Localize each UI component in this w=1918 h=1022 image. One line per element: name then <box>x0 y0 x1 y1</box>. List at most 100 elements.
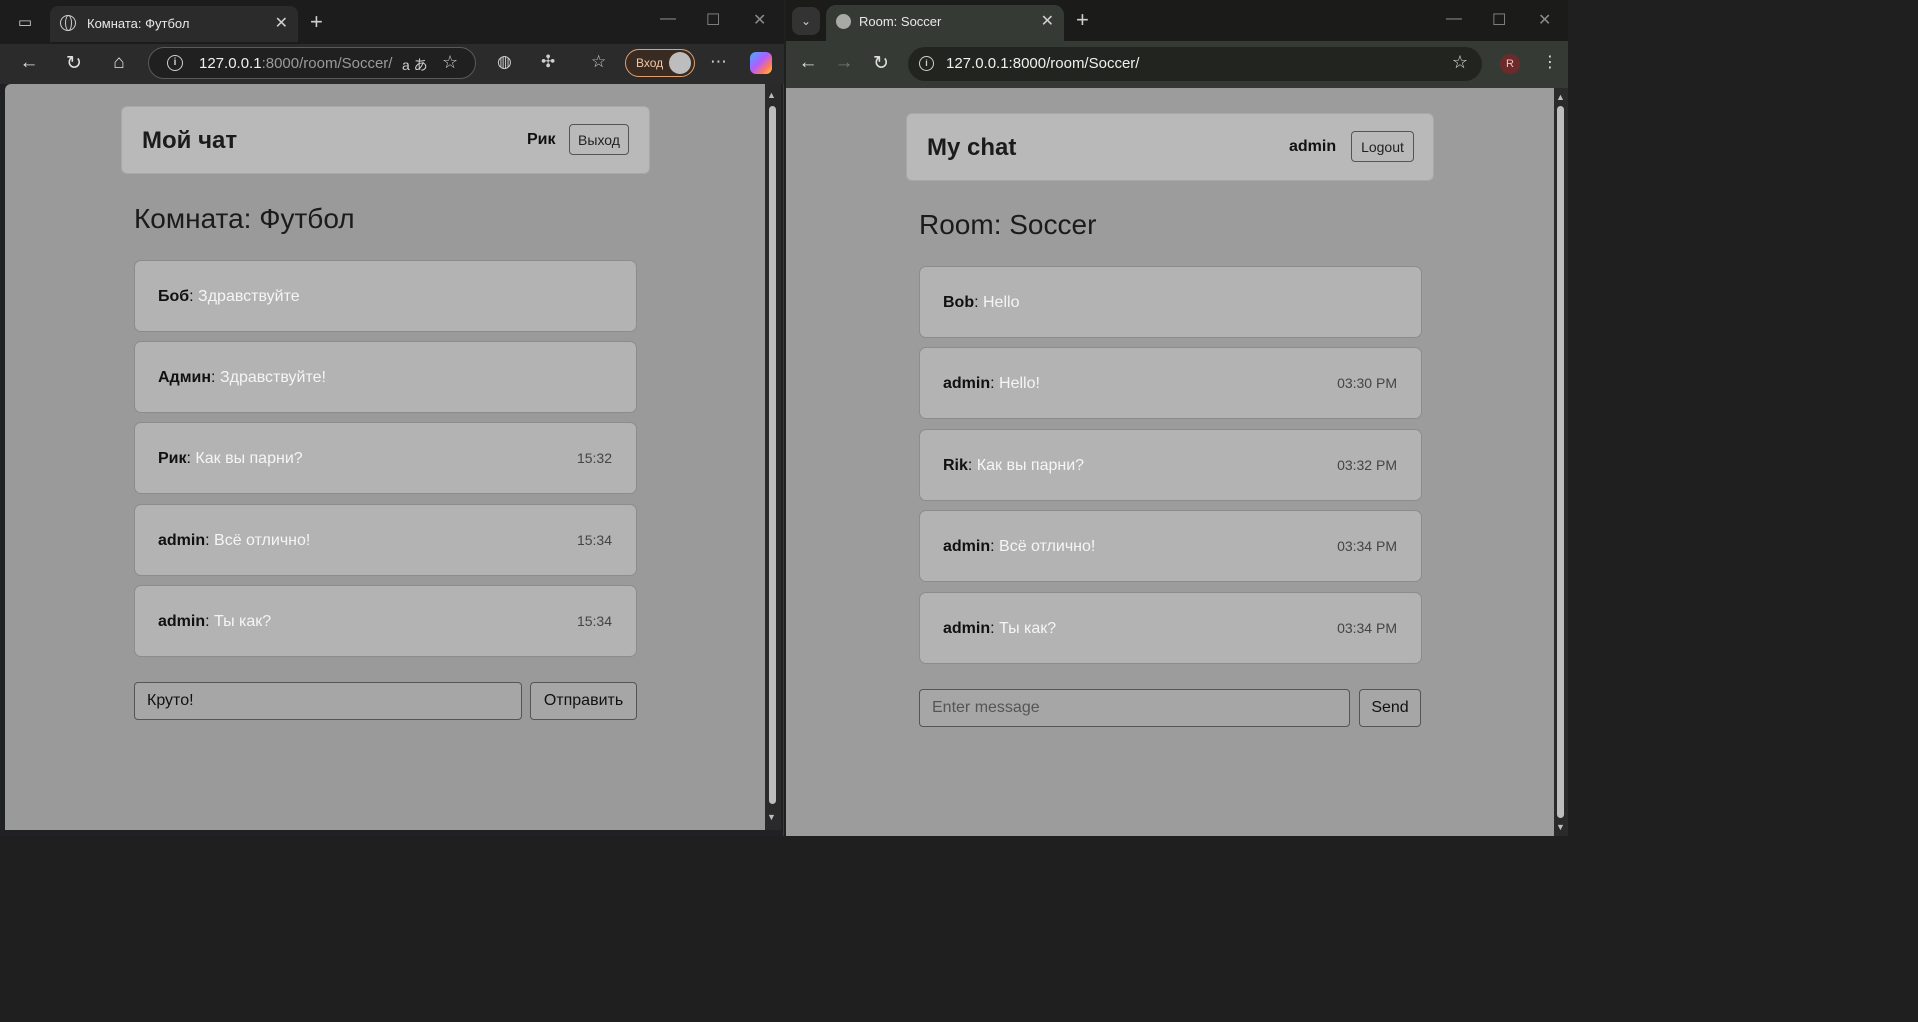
right-scrollbar[interactable]: ▲ ▼ <box>1554 88 1568 836</box>
navbar: Мой чат Рик Выход <box>121 106 650 174</box>
login-label: Вход <box>636 56 664 70</box>
forward-icon[interactable]: → <box>832 52 856 74</box>
desktop-screen: ▭ Комната: Футбол ✕ + — ☐ ✕ ← ↻ ⌂ i 127.… <box>0 0 1568 836</box>
right-page-viewport: My chat admin Logout Room: Soccer Bob: H… <box>786 88 1554 836</box>
extensions-icon[interactable]: ✣ <box>541 52 555 72</box>
left-tab-bar: ▭ Комната: Футбол ✕ + — ☐ ✕ <box>0 0 784 44</box>
left-toolbar: ← ↻ ⌂ i 127.0.0.1:8000/room/Soccer/ a あ … <box>0 44 784 84</box>
reload-icon[interactable]: ↻ <box>62 52 86 75</box>
message-card: Админ: Здравствуйте! <box>134 341 637 413</box>
address-bar[interactable]: i 127.0.0.1:8000/room/Soccer/ ☆ <box>908 47 1482 81</box>
brand-title: Мой чат <box>142 127 238 154</box>
scrollbar-thumb[interactable] <box>769 106 776 804</box>
site-info-icon[interactable]: i <box>919 56 934 71</box>
translate-icon[interactable]: a あ <box>402 55 428 75</box>
send-button[interactable]: Отправить <box>530 682 637 720</box>
message-text: admin: Всё отлично! <box>943 538 1096 555</box>
message-input[interactable] <box>134 682 522 720</box>
back-icon[interactable]: ← <box>17 52 41 74</box>
message-card: admin: Hello! 03:30 PM <box>919 347 1422 419</box>
logout-button[interactable]: Выход <box>569 124 629 155</box>
message-text: Админ: Здравствуйте! <box>158 369 326 386</box>
menu-icon[interactable]: ⋮ <box>1542 52 1558 72</box>
message-input[interactable] <box>919 689 1350 727</box>
scroll-down-icon[interactable]: ▼ <box>767 812 776 822</box>
message-timestamp: 03:32 PM <box>1337 457 1397 473</box>
current-username: admin <box>1289 138 1337 155</box>
tab-search-icon[interactable]: ⌄ <box>792 7 820 35</box>
left-page-viewport: Мой чат Рик Выход Комната: Футбол Боб: З… <box>5 84 765 830</box>
message-timestamp: 03:34 PM <box>1337 538 1397 554</box>
profile-avatar <box>669 52 691 74</box>
room-title: Комната: Футбол <box>134 203 355 234</box>
url-text: 127.0.0.1:8000/room/Soccer/ <box>946 55 1140 72</box>
tab-title: Комната: Футбол <box>87 16 190 31</box>
right-toolbar: ← → ↻ i 127.0.0.1:8000/room/Soccer/ ☆ R … <box>786 41 1568 88</box>
close-window-icon[interactable]: ✕ <box>753 10 766 30</box>
copilot-icon[interactable] <box>750 52 772 74</box>
message-text: admin: Hello! <box>943 375 1040 392</box>
minimize-icon[interactable]: — <box>660 10 676 28</box>
right-tab-bar: ⌄ Room: Soccer ✕ + — ☐ ✕ <box>786 0 1568 41</box>
scroll-up-icon[interactable]: ▲ <box>1556 92 1565 102</box>
maximize-icon[interactable]: ☐ <box>706 10 720 30</box>
home-icon[interactable]: ⌂ <box>107 52 131 74</box>
minimize-icon[interactable]: — <box>1446 10 1462 28</box>
message-text: admin: Всё отлично! <box>158 532 311 549</box>
logout-button[interactable]: Logout <box>1351 131 1414 162</box>
message-text: admin: Ты как? <box>158 613 272 630</box>
scroll-up-icon[interactable]: ▲ <box>767 90 776 100</box>
message-timestamp: 03:34 PM <box>1337 620 1397 636</box>
message-timestamp: 15:34 <box>576 532 612 548</box>
maximize-icon[interactable]: ☐ <box>1492 10 1506 30</box>
brand-title: My chat <box>927 134 1017 161</box>
message-timestamp: 03:30 PM <box>1337 375 1397 391</box>
tab-actions-icon[interactable]: ▭ <box>12 12 38 34</box>
back-icon[interactable]: ← <box>796 52 820 74</box>
message-timestamp: 15:34 <box>576 613 612 629</box>
message-card: admin: Всё отлично! 03:34 PM <box>919 510 1422 582</box>
message-card: Rik: Как вы парни? 03:32 PM <box>919 429 1422 501</box>
message-text: admin: Ты как? <box>943 620 1057 637</box>
message-card: admin: Ты как? 15:34 <box>134 585 637 657</box>
close-window-icon[interactable]: ✕ <box>1538 10 1551 30</box>
close-tab-icon[interactable]: ✕ <box>275 13 288 33</box>
message-text: Rik: Как вы парни? <box>943 457 1085 474</box>
message-timestamp: 15:32 <box>576 450 612 466</box>
message-card: admin: Всё отлично! 15:34 <box>134 504 637 576</box>
favorite-star-icon[interactable]: ☆ <box>442 52 458 73</box>
reload-icon[interactable]: ↻ <box>869 52 893 75</box>
close-tab-icon[interactable]: ✕ <box>1041 11 1054 31</box>
message-text: Bob: Hello <box>943 294 1020 311</box>
right-active-tab[interactable]: Room: Soccer ✕ <box>826 5 1064 41</box>
message-text: Боб: Здравствуйте <box>158 288 300 305</box>
url-text: 127.0.0.1:8000/room/Soccer/ <box>199 55 393 72</box>
scrollbar-thumb[interactable] <box>1557 106 1564 818</box>
message-text: Рик: Как вы парни? <box>158 450 303 467</box>
profile-avatar[interactable]: R <box>1500 54 1520 74</box>
bookmark-star-icon[interactable]: ☆ <box>1452 52 1468 73</box>
message-card: admin: Ты как? 03:34 PM <box>919 592 1422 664</box>
globe-icon <box>60 15 76 31</box>
navbar: My chat admin Logout <box>906 113 1434 181</box>
globe-icon <box>836 14 851 29</box>
new-tab-icon[interactable]: + <box>310 9 323 35</box>
current-username: Рик <box>527 131 556 148</box>
new-tab-icon[interactable]: + <box>1076 7 1089 33</box>
tab-title: Room: Soccer <box>859 14 942 29</box>
message-card: Рик: Как вы парни? 15:32 <box>134 422 637 494</box>
room-title: Room: Soccer <box>919 209 1097 240</box>
vpn-globe-icon[interactable]: ◍ <box>497 52 512 72</box>
login-button[interactable]: Вход <box>625 49 695 77</box>
favorites-icon[interactable]: ☆ <box>591 52 606 72</box>
left-browser-window: ▭ Комната: Футбол ✕ + — ☐ ✕ ← ↻ ⌂ i 127.… <box>0 0 784 836</box>
right-browser-window: ⌄ Room: Soccer ✕ + — ☐ ✕ ← → ↻ i 127.0.0… <box>786 0 1568 836</box>
left-active-tab[interactable]: Комната: Футбол ✕ <box>50 6 298 42</box>
site-info-icon[interactable]: i <box>167 55 183 71</box>
address-bar[interactable]: i 127.0.0.1:8000/room/Soccer/ a あ ☆ <box>148 47 476 79</box>
send-button[interactable]: Send <box>1359 689 1421 727</box>
message-card: Bob: Hello <box>919 266 1422 338</box>
left-scrollbar[interactable]: ▲ ▼ <box>765 84 781 830</box>
scroll-down-icon[interactable]: ▼ <box>1556 822 1565 832</box>
more-icon[interactable]: ⋯ <box>710 52 727 72</box>
